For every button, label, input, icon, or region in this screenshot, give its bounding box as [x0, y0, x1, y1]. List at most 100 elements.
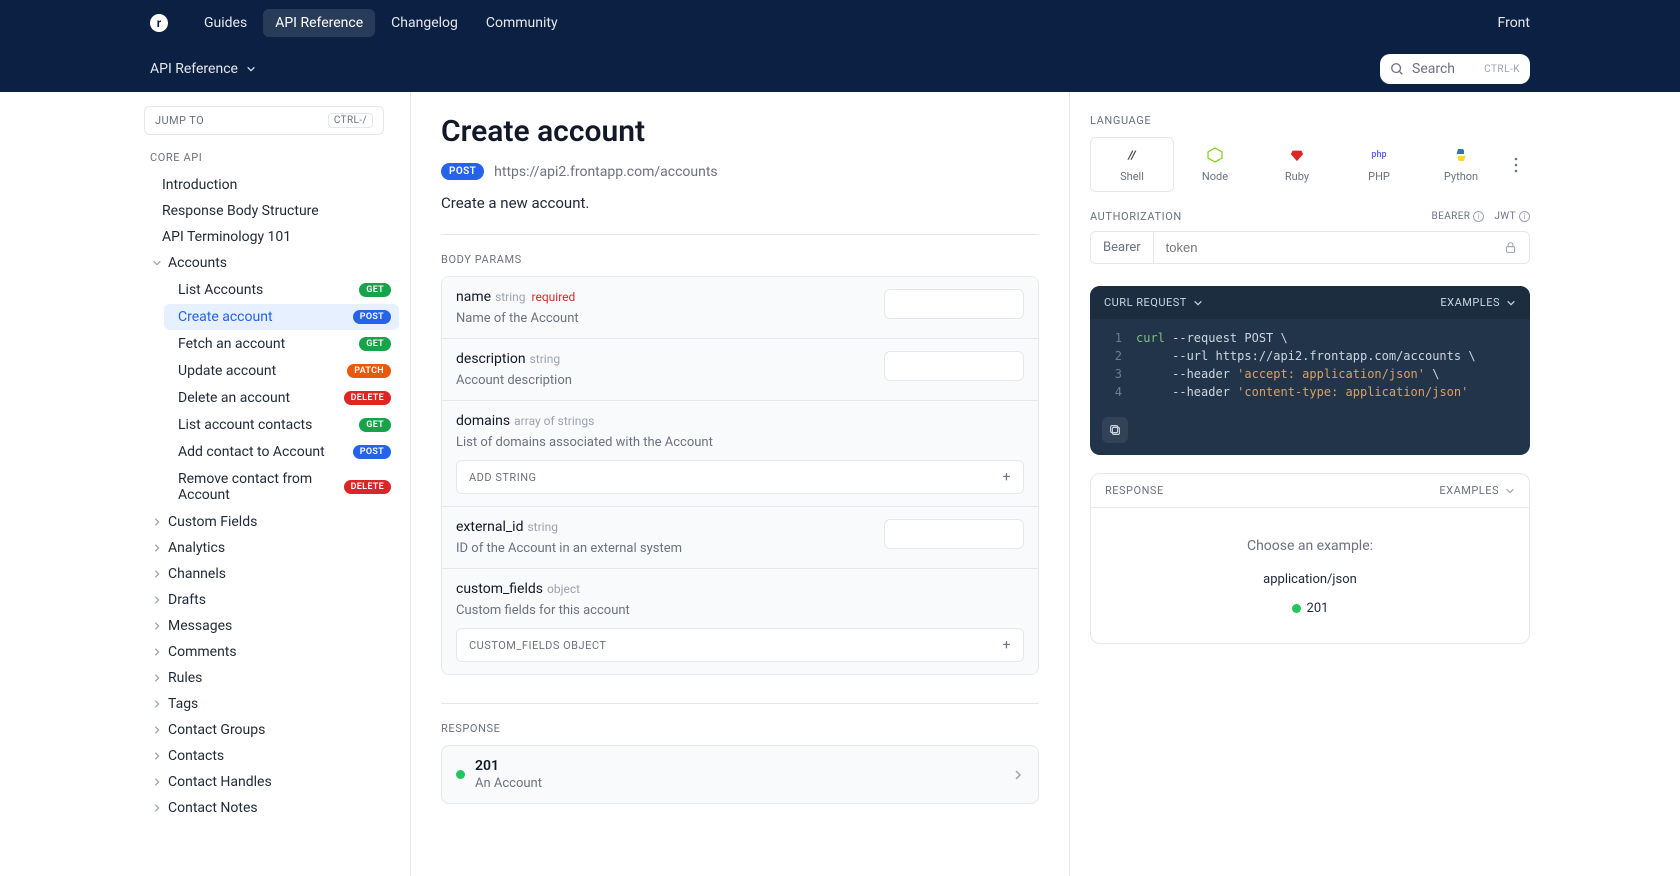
method-badge: PATCH — [347, 364, 391, 379]
nav-changelog[interactable]: Changelog — [379, 9, 470, 37]
example-status[interactable]: 201 — [1292, 601, 1329, 616]
response-examples-dropdown[interactable]: EXAMPLES — [1439, 484, 1515, 497]
nav-community[interactable]: Community — [474, 9, 570, 37]
chevron-right-icon — [152, 543, 162, 553]
curl-request-title: CURL REQUEST — [1104, 296, 1187, 309]
param-type: string — [495, 290, 525, 304]
param-type: array of strings — [514, 414, 594, 428]
sidebar-group-label: Contact Notes — [168, 800, 258, 816]
logo-icon[interactable]: r — [150, 14, 168, 32]
sidebar-group[interactable]: Rules — [144, 665, 399, 691]
ruby-icon — [1288, 146, 1306, 164]
method-badge: POST — [441, 163, 484, 180]
lang-label: PHP — [1368, 170, 1390, 183]
method-badge: GET — [359, 337, 391, 352]
auth-scheme-bearer[interactable]: BEARERi — [1432, 211, 1485, 222]
search-box[interactable]: Search CTRL-K — [1380, 54, 1530, 84]
plus-icon: + — [1003, 637, 1011, 653]
sidebar-subitem-label: Add contact to Account — [178, 444, 347, 460]
sidebar-group[interactable]: Contacts — [144, 743, 399, 769]
sidebar-group[interactable]: Tags — [144, 691, 399, 717]
response-row[interactable]: 201 An Account — [441, 745, 1039, 804]
lang-shell[interactable]: // Shell — [1090, 137, 1174, 192]
search-shortcut: CTRL-K — [1484, 64, 1520, 75]
response-example-card: RESPONSE EXAMPLES Choose an example: app… — [1090, 473, 1530, 644]
authorization-label: AUTHORIZATION — [1090, 210, 1182, 223]
sidebar-group-label: Accounts — [168, 255, 227, 271]
sidebar-group[interactable]: Comments — [144, 639, 399, 665]
sidebar-group-label: Comments — [168, 644, 237, 660]
bearer-label: Bearer — [1091, 232, 1154, 263]
lang-python[interactable]: Python — [1420, 138, 1502, 191]
sidebar-subitem[interactable]: Create accountPOST — [164, 304, 399, 330]
param-input[interactable] — [884, 289, 1024, 319]
php-icon: php — [1370, 146, 1388, 164]
brand-link[interactable]: Front — [1498, 9, 1530, 37]
jump-to-button[interactable]: JUMP TO CTRL-/ — [144, 106, 384, 135]
method-badge: DELETE — [344, 391, 391, 406]
param-expand-label: ADD STRING — [469, 471, 537, 484]
examples-label: EXAMPLES — [1439, 484, 1499, 497]
node-icon — [1206, 146, 1224, 164]
subnav-dropdown[interactable]: API Reference — [150, 61, 256, 77]
nav-guides[interactable]: Guides — [192, 9, 259, 37]
sidebar-group-label: Contacts — [168, 748, 224, 764]
param-description: Name of the Account — [456, 311, 872, 326]
more-languages-button[interactable] — [1502, 157, 1530, 173]
sidebar: JUMP TO CTRL-/ CORE API IntroductionResp… — [130, 92, 410, 876]
sidebar-subitem[interactable]: Fetch an accountGET — [164, 331, 399, 357]
sidebar-item[interactable]: Introduction — [144, 172, 399, 198]
sidebar-group[interactable]: Analytics — [144, 535, 399, 561]
sidebar-subitem[interactable]: Remove contact from AccountDELETE — [164, 466, 399, 508]
example-content-type[interactable]: application/json — [1105, 572, 1515, 587]
lang-node[interactable]: Node — [1174, 138, 1256, 191]
nav-api-reference[interactable]: API Reference — [263, 9, 375, 37]
method-badge: DELETE — [344, 480, 391, 495]
curl-request-card: CURL REQUEST EXAMPLES 1curl --request PO… — [1090, 286, 1530, 455]
method-badge: POST — [353, 445, 391, 460]
sidebar-group[interactable]: Custom Fields — [144, 509, 399, 535]
param-expand-button[interactable]: ADD STRING + — [456, 460, 1024, 494]
lang-ruby[interactable]: Ruby — [1256, 138, 1338, 191]
sidebar-group[interactable]: Contact Handles — [144, 769, 399, 795]
sidebar-group[interactable]: Messages — [144, 613, 399, 639]
chevron-right-icon — [152, 647, 162, 657]
sidebar-subitem-label: List Accounts — [178, 282, 353, 298]
param-input[interactable] — [884, 351, 1024, 381]
sidebar-subitem[interactable]: Add contact to Account POST — [164, 439, 399, 465]
param-row: external_idstringID of the Account in an… — [442, 507, 1038, 569]
body-params-label: BODY PARAMS — [441, 253, 1039, 266]
search-icon — [1390, 62, 1404, 76]
param-input[interactable] — [884, 519, 1024, 549]
sidebar-subitem[interactable]: Update accountPATCH — [164, 358, 399, 384]
jump-to-shortcut: CTRL-/ — [328, 113, 373, 128]
plus-icon: + — [1003, 469, 1011, 485]
param-name: external_id — [456, 519, 523, 535]
response-status-desc: An Account — [475, 776, 542, 791]
param-description: Account description — [456, 373, 872, 388]
copy-button[interactable] — [1102, 417, 1128, 443]
sidebar-group[interactable]: Drafts — [144, 587, 399, 613]
param-name: custom_fields — [456, 581, 543, 597]
curl-request-dropdown[interactable]: CURL REQUEST — [1104, 296, 1203, 309]
sidebar-group[interactable]: Channels — [144, 561, 399, 587]
param-type: string — [527, 520, 557, 534]
examples-dropdown[interactable]: EXAMPLES — [1440, 296, 1516, 309]
sidebar-group[interactable]: Contact Groups — [144, 717, 399, 743]
auth-scheme-jwt[interactable]: JWTi — [1494, 211, 1530, 222]
page-title: Create account — [441, 114, 1039, 149]
sidebar-subitem[interactable]: List account contactsGET — [164, 412, 399, 438]
sidebar-group[interactable]: Contact Notes — [144, 795, 399, 821]
sidebar-item[interactable]: API Terminology 101 — [144, 224, 399, 250]
sidebar-item[interactable]: Response Body Structure — [144, 198, 399, 224]
sidebar-group-accounts[interactable]: Accounts — [144, 250, 399, 276]
sidebar-subitem-label: Create account — [178, 309, 347, 325]
sidebar-subitem-label: Delete an account — [178, 390, 338, 406]
param-expand-button[interactable]: CUSTOM_FIELDS OBJECT+ — [456, 628, 1024, 662]
param-row: custom_fieldsobjectCustom fields for thi… — [442, 569, 1038, 674]
sidebar-subitem[interactable]: List AccountsGET — [164, 277, 399, 303]
chevron-right-icon — [152, 569, 162, 579]
sidebar-subitem[interactable]: Delete an account DELETE — [164, 385, 399, 411]
lang-php[interactable]: php PHP — [1338, 138, 1420, 191]
token-input[interactable] — [1154, 232, 1492, 263]
